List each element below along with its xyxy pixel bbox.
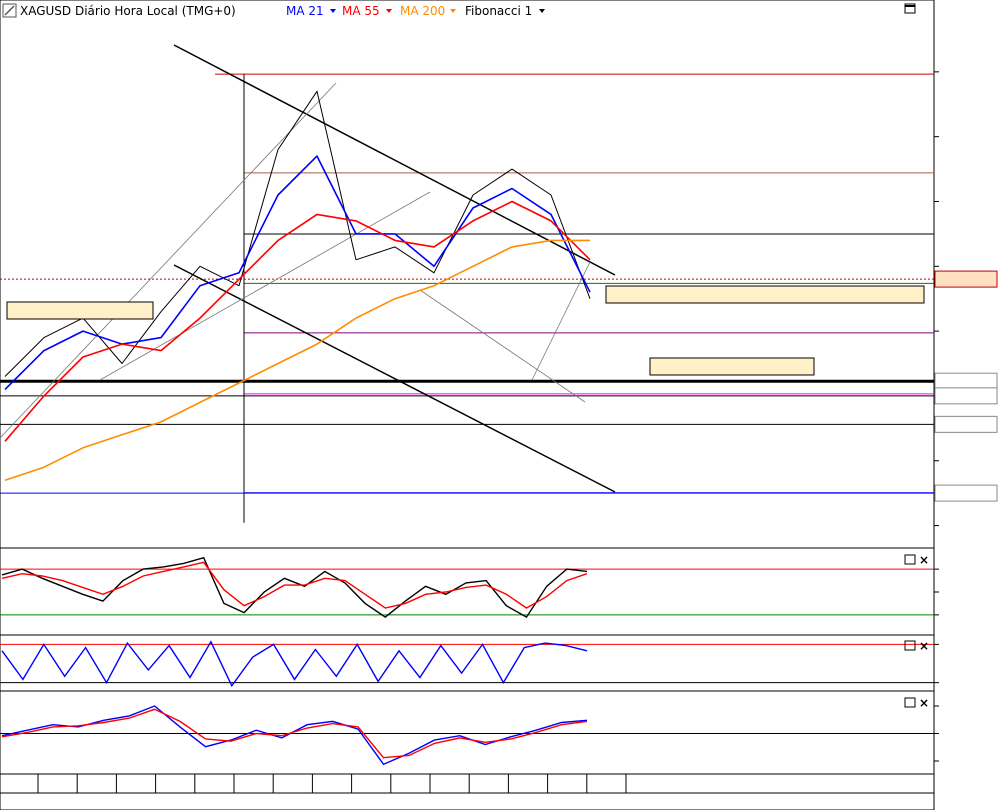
price-flag-box [934, 372, 998, 390]
ma200-legend[interactable]: MA 200 [400, 4, 445, 18]
close-icon[interactable]: × [919, 639, 929, 653]
time-axis-panel [0, 773, 935, 810]
annotation-box [6, 301, 154, 320]
close-icon[interactable]: × [919, 553, 929, 567]
price-flag-box [934, 270, 998, 288]
main-price-panel [0, 0, 935, 549]
price-flag-box [934, 484, 998, 502]
symbol-title[interactable]: XAGUSD Diário Hora Local (TMG+0) [20, 4, 236, 18]
price-flag-box [934, 415, 998, 433]
ma55-legend[interactable]: MA 55 [342, 4, 380, 18]
rsi-panel [0, 547, 935, 636]
ma21-legend[interactable]: MA 21 [286, 4, 324, 18]
annotation-box [649, 357, 815, 376]
price-flag-box [934, 387, 998, 405]
macd-panel [0, 690, 935, 775]
close-icon[interactable]: × [919, 696, 929, 710]
fibonacci-legend[interactable]: Fibonacci 1 [465, 4, 532, 18]
annotation-box [605, 285, 925, 304]
chart-canvas: × × × XAGUSD Diário Hora Local (TMG+0) M… [0, 0, 998, 810]
